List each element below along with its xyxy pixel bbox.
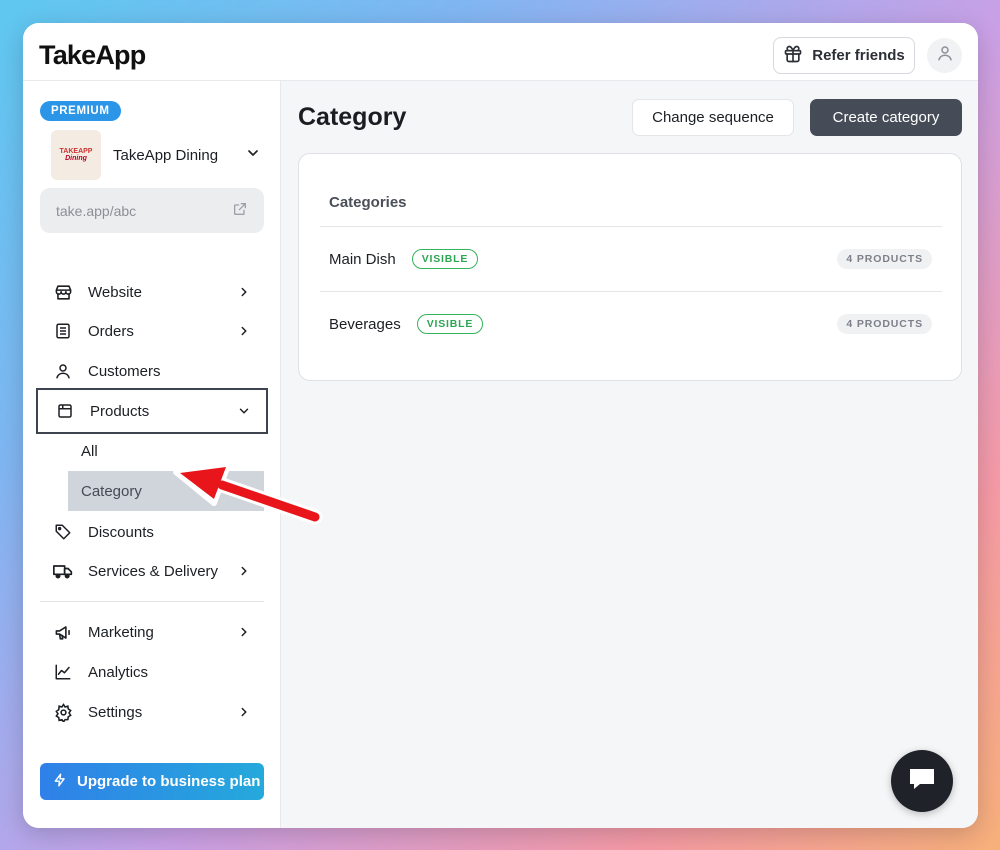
sidebar-divider — [40, 601, 264, 602]
store-url-link[interactable]: take.app/abc — [40, 188, 264, 233]
product-count-badge: 4 PRODUCTS — [837, 314, 932, 334]
change-sequence-button[interactable]: Change sequence — [632, 99, 794, 136]
chevron-right-icon — [236, 564, 252, 578]
user-icon — [53, 361, 73, 381]
chevron-right-icon — [236, 324, 252, 338]
sidebar: PREMIUM TAKEAPP Dining TakeApp Dining ta… — [23, 81, 281, 828]
main-content: Category Change sequence Create category… — [281, 81, 978, 828]
sidebar-item-discounts[interactable]: Discounts — [40, 512, 264, 552]
visibility-badge: VISIBLE — [411, 249, 479, 269]
external-link-icon — [232, 201, 248, 220]
chevron-right-icon — [236, 285, 252, 299]
sidebar-item-analytics[interactable]: Analytics — [40, 652, 264, 692]
megaphone-icon — [53, 622, 73, 642]
sidebar-item-orders[interactable]: Orders — [40, 311, 264, 351]
category-name: Beverages — [329, 315, 401, 333]
sidebar-item-marketing[interactable]: Marketing — [40, 612, 264, 652]
category-row[interactable]: Main Dish VISIBLE 4 PRODUCTS — [320, 227, 942, 291]
store-icon — [53, 282, 73, 302]
top-bar: TakeApp Refer friends — [23, 23, 978, 81]
sidebar-item-label: Website — [88, 283, 142, 301]
category-row[interactable]: Beverages VISIBLE 4 PRODUCTS — [320, 292, 942, 356]
upgrade-plan-label: Upgrade to business plan — [77, 773, 261, 790]
premium-badge: PREMIUM — [40, 101, 121, 121]
truck-icon — [53, 561, 73, 581]
gear-icon — [53, 702, 73, 722]
sidebar-item-customers[interactable]: Customers — [40, 351, 264, 391]
category-name: Main Dish — [329, 250, 396, 268]
account-avatar-button[interactable] — [927, 38, 962, 73]
lightning-icon — [53, 772, 67, 792]
sidebar-item-label: Discounts — [88, 523, 154, 541]
visibility-badge: VISIBLE — [416, 314, 484, 334]
categories-card: Categories Main Dish VISIBLE 4 PRODUCTS … — [298, 153, 962, 381]
user-icon — [936, 44, 954, 67]
sidebar-subitem-label: All — [81, 442, 98, 460]
store-switcher[interactable]: TAKEAPP Dining TakeApp Dining — [51, 129, 261, 181]
refer-friends-label: Refer friends — [812, 47, 905, 64]
chevron-down-icon — [245, 145, 261, 166]
store-logo-text-2: Dining — [65, 155, 87, 162]
receipt-icon — [53, 321, 73, 341]
refer-friends-button[interactable]: Refer friends — [773, 37, 915, 74]
chart-icon — [53, 662, 73, 682]
sidebar-item-settings[interactable]: Settings — [40, 692, 264, 732]
store-logo-text-1: TAKEAPP — [59, 148, 93, 155]
page-title: Category — [298, 103, 407, 131]
upgrade-plan-button[interactable]: Upgrade to business plan — [40, 763, 264, 800]
gift-icon — [783, 44, 803, 68]
sidebar-subitem-all[interactable]: All — [68, 431, 264, 471]
sidebar-item-label: Orders — [88, 322, 134, 340]
create-category-button[interactable]: Create category — [810, 99, 962, 136]
sidebar-item-label: Marketing — [88, 623, 154, 641]
chevron-down-icon — [236, 404, 252, 418]
store-logo: TAKEAPP Dining — [51, 130, 101, 180]
tag-icon — [53, 522, 73, 542]
product-count-badge: 4 PRODUCTS — [837, 249, 932, 269]
categories-card-title: Categories — [329, 194, 407, 211]
app-window: TakeApp Refer friends PREMIUM TAKEAPP Di… — [23, 23, 978, 828]
chevron-right-icon — [236, 705, 252, 719]
chevron-right-icon — [236, 625, 252, 639]
sidebar-item-services-delivery[interactable]: Services & Delivery — [40, 551, 264, 591]
sidebar-subitem-category[interactable]: Category — [68, 471, 264, 511]
box-icon — [55, 401, 75, 421]
store-name: TakeApp Dining — [113, 146, 219, 164]
app-logo[interactable]: TakeApp — [39, 40, 146, 71]
sidebar-item-label: Analytics — [88, 663, 149, 681]
sidebar-item-label: Customers — [88, 362, 161, 380]
chat-bubble-icon — [907, 765, 937, 798]
sidebar-item-label: Services & Delivery — [88, 562, 219, 580]
sidebar-item-website[interactable]: Website — [40, 272, 264, 312]
sidebar-subitem-label: Category — [81, 482, 142, 500]
sidebar-item-label: Settings — [88, 703, 143, 721]
sidebar-item-products[interactable]: Products — [36, 388, 268, 434]
chat-support-button[interactable] — [891, 750, 953, 812]
sidebar-item-label: Products — [90, 402, 150, 420]
store-url: take.app/abc — [56, 202, 137, 219]
